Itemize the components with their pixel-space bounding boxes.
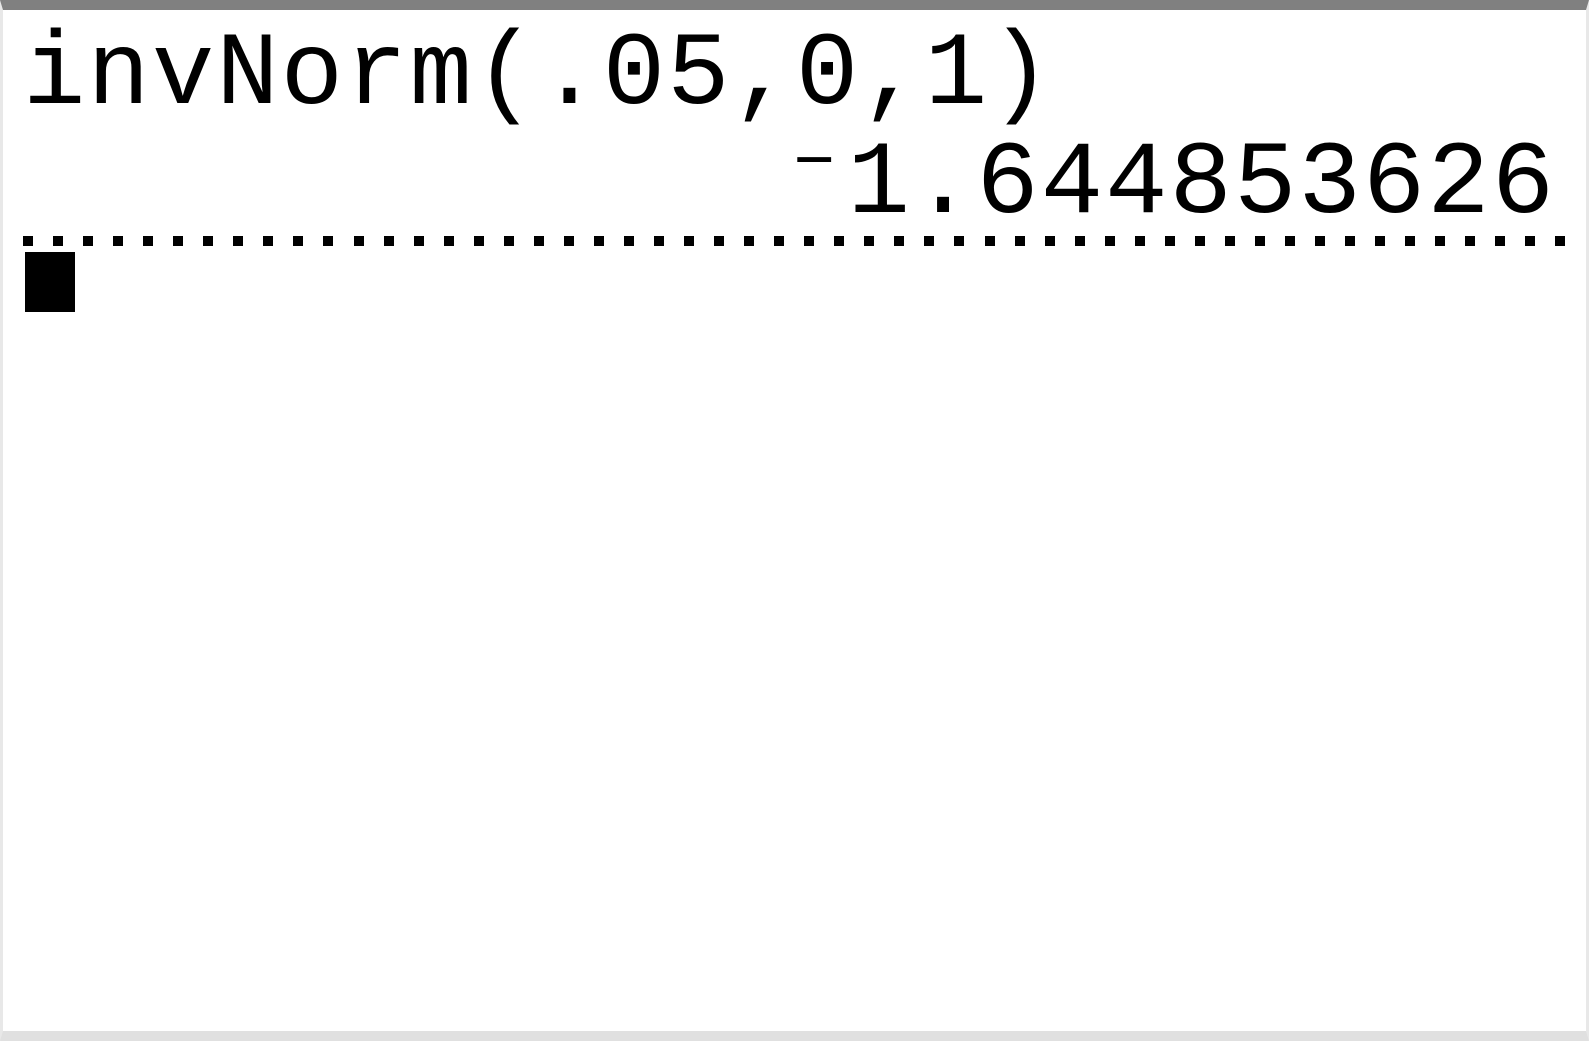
calculator-screen[interactable]: invNorm(.05,0,1) ⁻1.644853626 — [0, 0, 1589, 1041]
expression-line: invNorm(.05,0,1) — [23, 22, 1566, 131]
cursor-icon — [25, 252, 75, 312]
cursor-line — [23, 252, 1566, 314]
result-line: ⁻1.644853626 — [23, 131, 1566, 240]
